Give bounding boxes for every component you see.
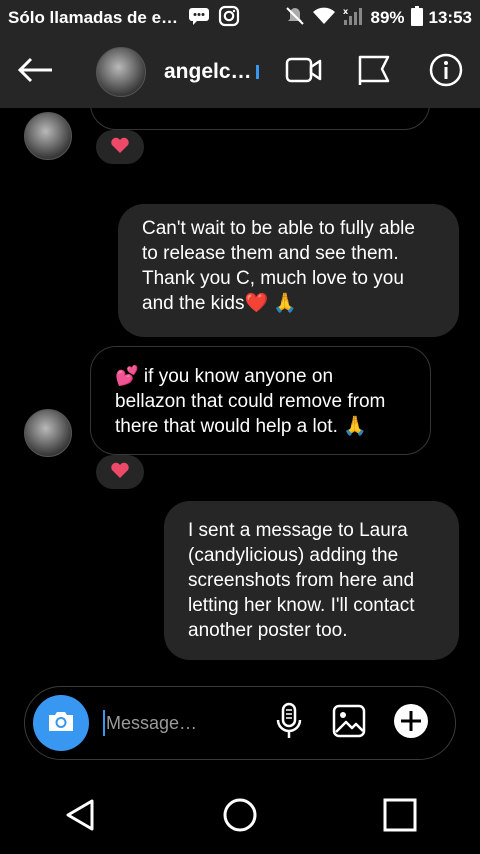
message-line: and the kids❤️ 🙏 <box>142 293 298 314</box>
triangle-back-icon <box>64 798 96 837</box>
system-nav-bar <box>0 780 480 854</box>
back-button[interactable] <box>16 52 56 92</box>
chat-bubble-icon <box>188 7 210 30</box>
message-composer: Message… <box>24 686 456 760</box>
message-bubble[interactable] <box>90 108 430 130</box>
battery-percent: 89% <box>370 8 405 27</box>
video-call-button[interactable] <box>280 48 328 96</box>
message-list[interactable]: Can't wait to be able to fully able to r… <box>0 108 480 683</box>
message-bubble-sent[interactable]: Can't wait to be able to fully able to r… <box>118 204 459 337</box>
plus-circle-icon <box>393 703 429 744</box>
username-label: angelc… <box>164 60 252 83</box>
message-placeholder: Message… <box>106 712 198 733</box>
back-arrow-icon <box>17 56 55 89</box>
message-line: Can't wait to be able to fully able <box>142 218 415 239</box>
message-input[interactable]: Message… <box>103 710 197 736</box>
clock: 13:53 <box>428 8 472 27</box>
camera-icon <box>46 709 76 738</box>
message-line: another poster too. <box>188 620 348 641</box>
message-line: screenshots from here and <box>188 570 415 591</box>
flag-button[interactable] <box>350 48 398 96</box>
nav-recents-button[interactable] <box>370 787 430 847</box>
wifi-icon <box>312 7 336 30</box>
signal-icon: x <box>342 6 364 31</box>
info-button[interactable] <box>424 50 468 94</box>
message-line: letting her know. I'll contact <box>188 595 415 616</box>
info-icon <box>429 53 463 92</box>
square-recents-icon <box>383 798 417 837</box>
microphone-icon <box>275 702 303 745</box>
circle-home-icon <box>223 798 257 837</box>
carrier-label: Sólo llamadas de e… <box>8 8 179 27</box>
voice-message-button[interactable] <box>269 701 309 745</box>
gallery-button[interactable] <box>329 703 369 743</box>
flag-icon <box>357 54 391 91</box>
battery-icon <box>410 5 423 31</box>
image-icon <box>332 704 366 743</box>
message-line: to release them and see them. <box>142 243 399 264</box>
message-line: bellazon that could remove from <box>115 391 386 412</box>
instagram-icon <box>218 5 240 32</box>
mute-icon <box>284 6 306 31</box>
message-line: 💕 if you know anyone on <box>115 366 334 387</box>
sender-avatar[interactable] <box>24 409 72 457</box>
nav-back-button[interactable] <box>50 787 110 847</box>
reaction-badge[interactable] <box>96 455 144 489</box>
message-line: I sent a message to Laura <box>188 520 408 541</box>
status-bar: Sólo llamadas de e… x 89% 13:53 <box>0 0 480 36</box>
thread-title[interactable]: angelc… <box>164 60 259 84</box>
thread-header: angelc… <box>0 36 480 108</box>
sender-avatar[interactable] <box>24 112 72 160</box>
message-line: there that would help a lot. 🙏 <box>115 416 367 437</box>
heart-icon <box>110 461 130 484</box>
nav-home-button[interactable] <box>210 787 270 847</box>
unread-dot <box>255 65 259 80</box>
message-line: Thank you C, much love to you <box>142 268 404 289</box>
message-bubble-received[interactable]: 💕 if you know anyone on bellazon that co… <box>90 346 431 455</box>
message-bubble-sent[interactable]: I sent a message to Laura (candylicious)… <box>164 501 459 660</box>
video-call-icon <box>285 56 323 89</box>
message-line: (candylicious) adding the <box>188 545 399 566</box>
heart-icon <box>110 136 130 159</box>
reaction-badge[interactable] <box>96 130 144 164</box>
text-caret <box>103 710 105 736</box>
avatar[interactable] <box>96 47 146 97</box>
svg-text:x: x <box>343 7 349 16</box>
camera-button[interactable] <box>33 695 89 751</box>
add-button[interactable] <box>391 703 431 743</box>
